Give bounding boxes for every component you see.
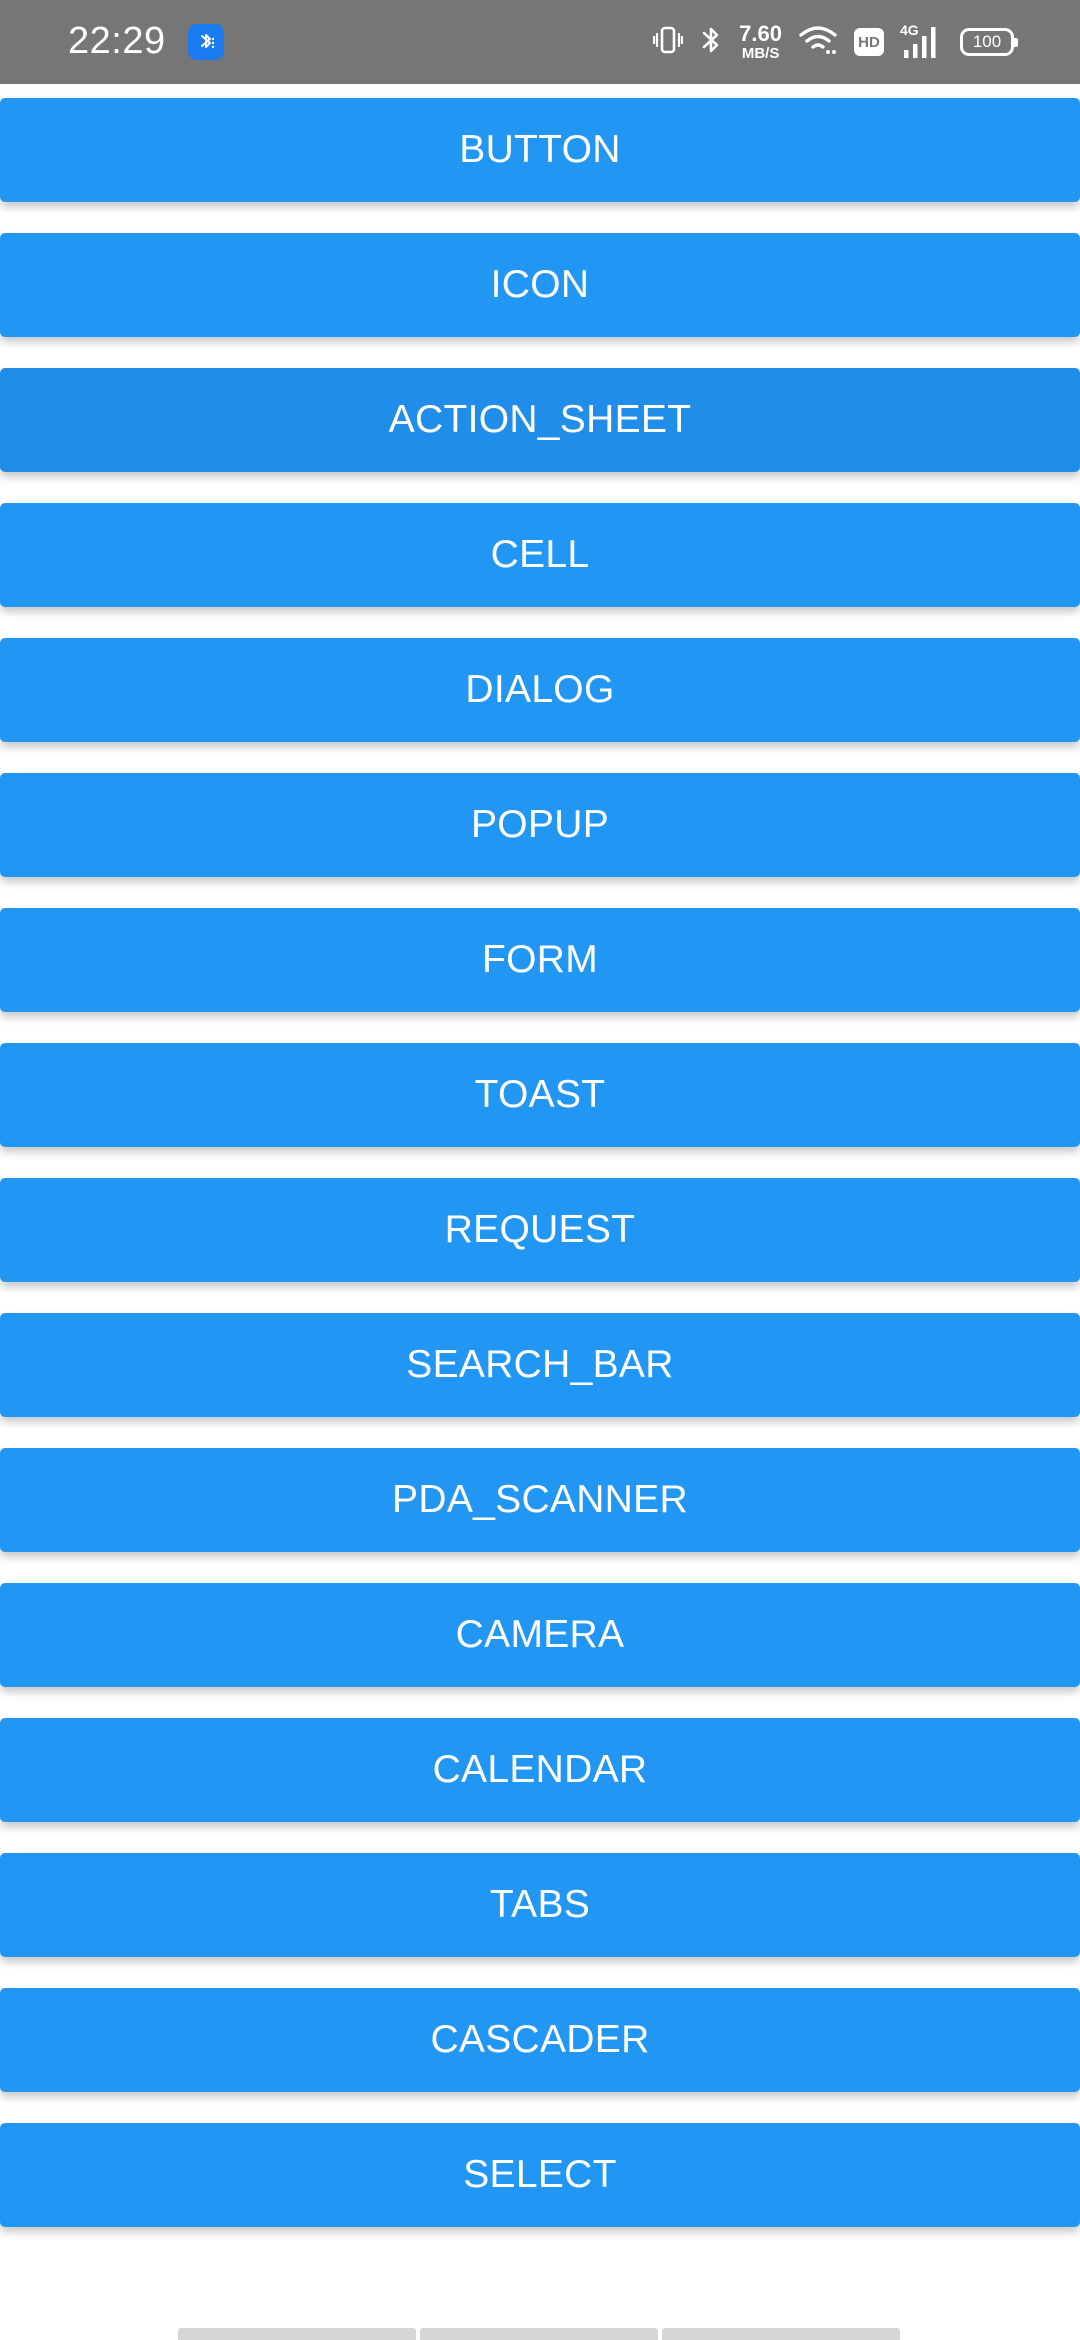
vibrate-icon <box>653 24 684 61</box>
calendar-button[interactable]: CALENDAR <box>0 1718 1080 1822</box>
cell-button[interactable]: CELL <box>0 503 1080 607</box>
action-sheet-button[interactable]: ACTION_SHEET <box>0 368 1080 472</box>
battery-level: 100 <box>972 32 1002 51</box>
network-speed-unit: MB/S <box>741 45 780 62</box>
button-label: DIALOG <box>465 668 615 711</box>
button-label: CAMERA <box>455 1613 625 1656</box>
button-label: REQUEST <box>444 1208 636 1251</box>
status-time: 22:29 <box>68 20 166 62</box>
button-label: CALENDAR <box>432 1748 648 1791</box>
button-label: POPUP <box>470 803 610 846</box>
cellular-signal-icon: 4G <box>900 22 944 62</box>
bluetooth-app-icon <box>188 24 224 60</box>
button-button[interactable]: BUTTON <box>0 98 1080 202</box>
network-speed-value: 7.60 <box>739 21 782 46</box>
request-button[interactable]: REQUEST <box>0 1178 1080 1282</box>
select-button[interactable]: SELECT <box>0 2123 1080 2227</box>
status-icons: 7.60 MB/S HD 4G 100 <box>653 18 1018 66</box>
status-bar: 22:29 7.60 MB/S HD 4G 100 <box>0 0 1080 84</box>
nav-segment <box>178 2328 416 2340</box>
form-button[interactable]: FORM <box>0 908 1080 1012</box>
button-label: SEARCH_BAR <box>406 1343 674 1386</box>
button-label: ACTION_SHEET <box>388 398 692 441</box>
pda-scanner-button[interactable]: PDA_SCANNER <box>0 1448 1080 1552</box>
cascader-button[interactable]: CASCADER <box>0 1988 1080 2092</box>
popup-button[interactable]: POPUP <box>0 773 1080 877</box>
battery-icon: 100 <box>960 28 1018 56</box>
button-label: TOAST <box>474 1073 606 1116</box>
nav-segment <box>662 2328 900 2340</box>
gesture-navigation-bar[interactable] <box>178 2328 900 2340</box>
toast-button[interactable]: TOAST <box>0 1043 1080 1147</box>
button-label: ICON <box>490 263 590 306</box>
button-label: FORM <box>481 938 598 981</box>
button-label: CELL <box>490 533 590 576</box>
button-label: TABS <box>489 1883 591 1926</box>
tabs-button[interactable]: TABS <box>0 1853 1080 1957</box>
camera-button[interactable]: CAMERA <box>0 1583 1080 1687</box>
dialog-button[interactable]: DIALOG <box>0 638 1080 742</box>
hd-badge: HD <box>854 28 884 56</box>
wifi-icon <box>798 24 838 61</box>
network-speed: 7.60 MB/S <box>739 21 782 62</box>
icon-button[interactable]: ICON <box>0 233 1080 337</box>
button-label: SELECT <box>463 2153 617 2196</box>
button-label: CASCADER <box>430 2018 650 2061</box>
button-label: PDA_SCANNER <box>392 1478 688 1521</box>
button-label: BUTTON <box>459 128 621 171</box>
search-bar-button[interactable]: SEARCH_BAR <box>0 1313 1080 1417</box>
component-menu: BUTTON ICON ACTION_SHEET CELL DIALOG POP… <box>0 98 1080 2258</box>
nav-segment <box>420 2328 658 2340</box>
bluetooth-icon <box>699 24 723 61</box>
